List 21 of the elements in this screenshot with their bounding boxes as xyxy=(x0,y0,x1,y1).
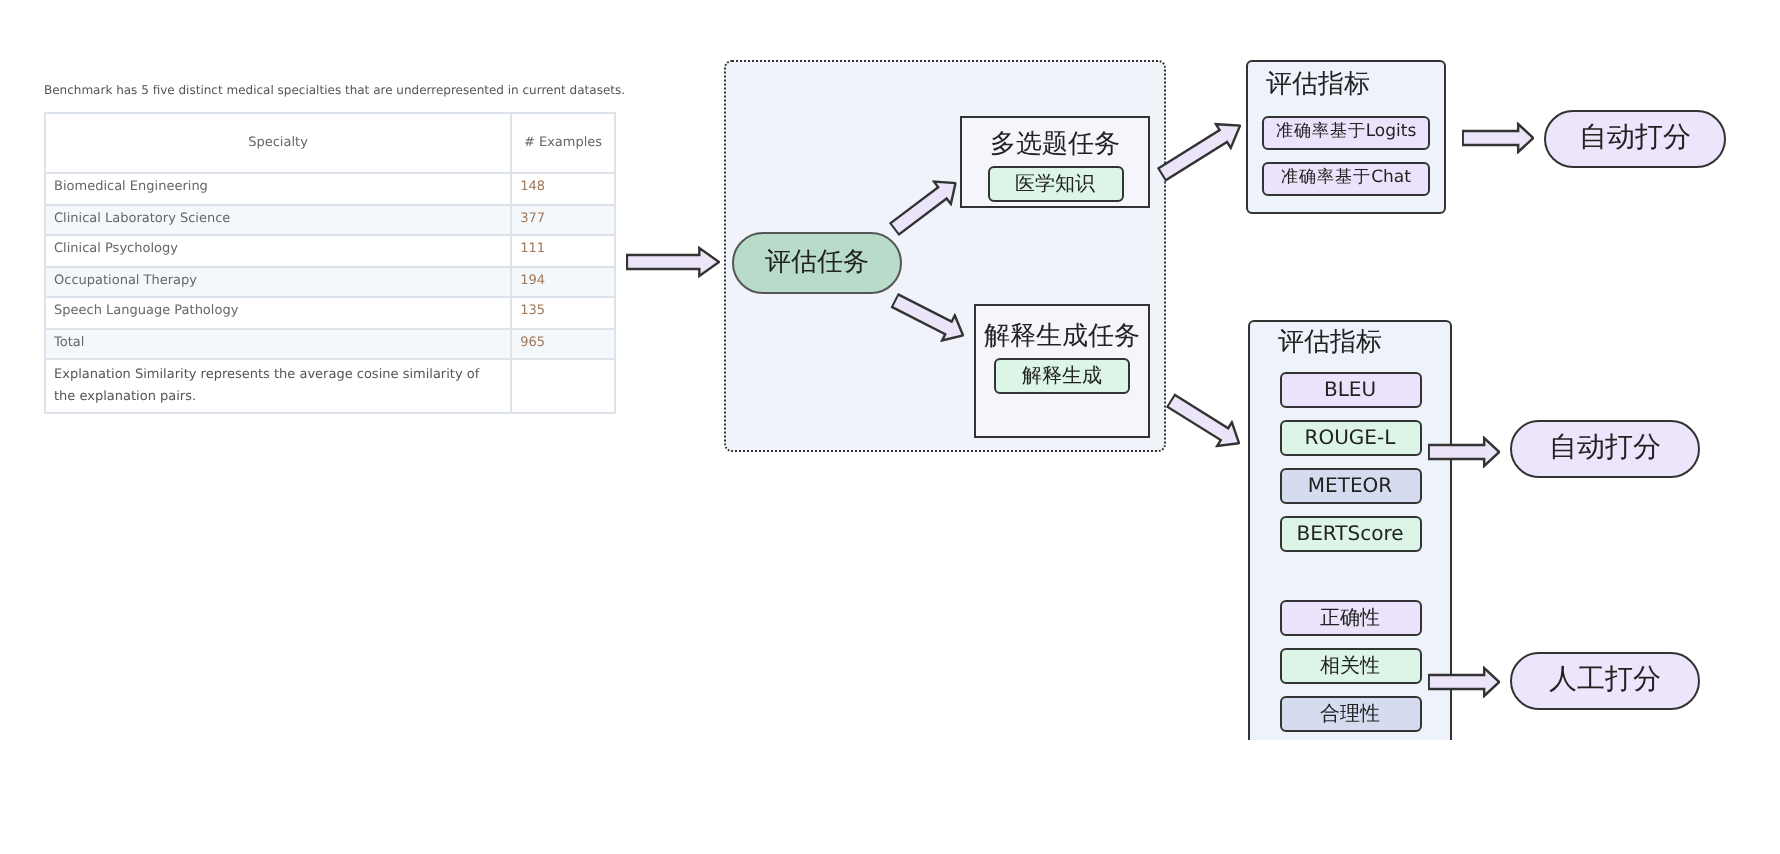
metric-tag: ROUGE-L xyxy=(1279,420,1421,456)
outcome-node: 自动打分 xyxy=(1544,110,1726,168)
outcome-node: 人工打分 xyxy=(1510,652,1700,710)
metric-tag: 准确率基于Logits xyxy=(1262,116,1430,150)
metric-title: 评估指标 xyxy=(1278,326,1382,362)
task-tag: 解释生成 xyxy=(994,358,1130,394)
block-arrow xyxy=(626,246,720,278)
metric-tag: METEOR xyxy=(1279,468,1421,504)
metric-tag: 准确率基于Chat xyxy=(1262,162,1430,196)
task-title: 多选题任务 xyxy=(990,128,1120,162)
metric-tag: BLEU xyxy=(1279,372,1421,408)
metric-tag: 正确性 xyxy=(1279,600,1421,636)
block-arrow xyxy=(1462,122,1534,154)
metric-tag: 相关性 xyxy=(1279,648,1421,684)
metric-title: 评估指标 xyxy=(1266,68,1370,104)
metric-tag: 合理性 xyxy=(1279,696,1421,732)
outcome-node: 自动打分 xyxy=(1510,420,1700,478)
metric-tag: BERTScore xyxy=(1279,516,1421,552)
task-tag: 医学知识 xyxy=(987,166,1123,202)
start-node: 评估任务 xyxy=(732,232,902,294)
task-title: 解释生成任务 xyxy=(984,320,1140,354)
